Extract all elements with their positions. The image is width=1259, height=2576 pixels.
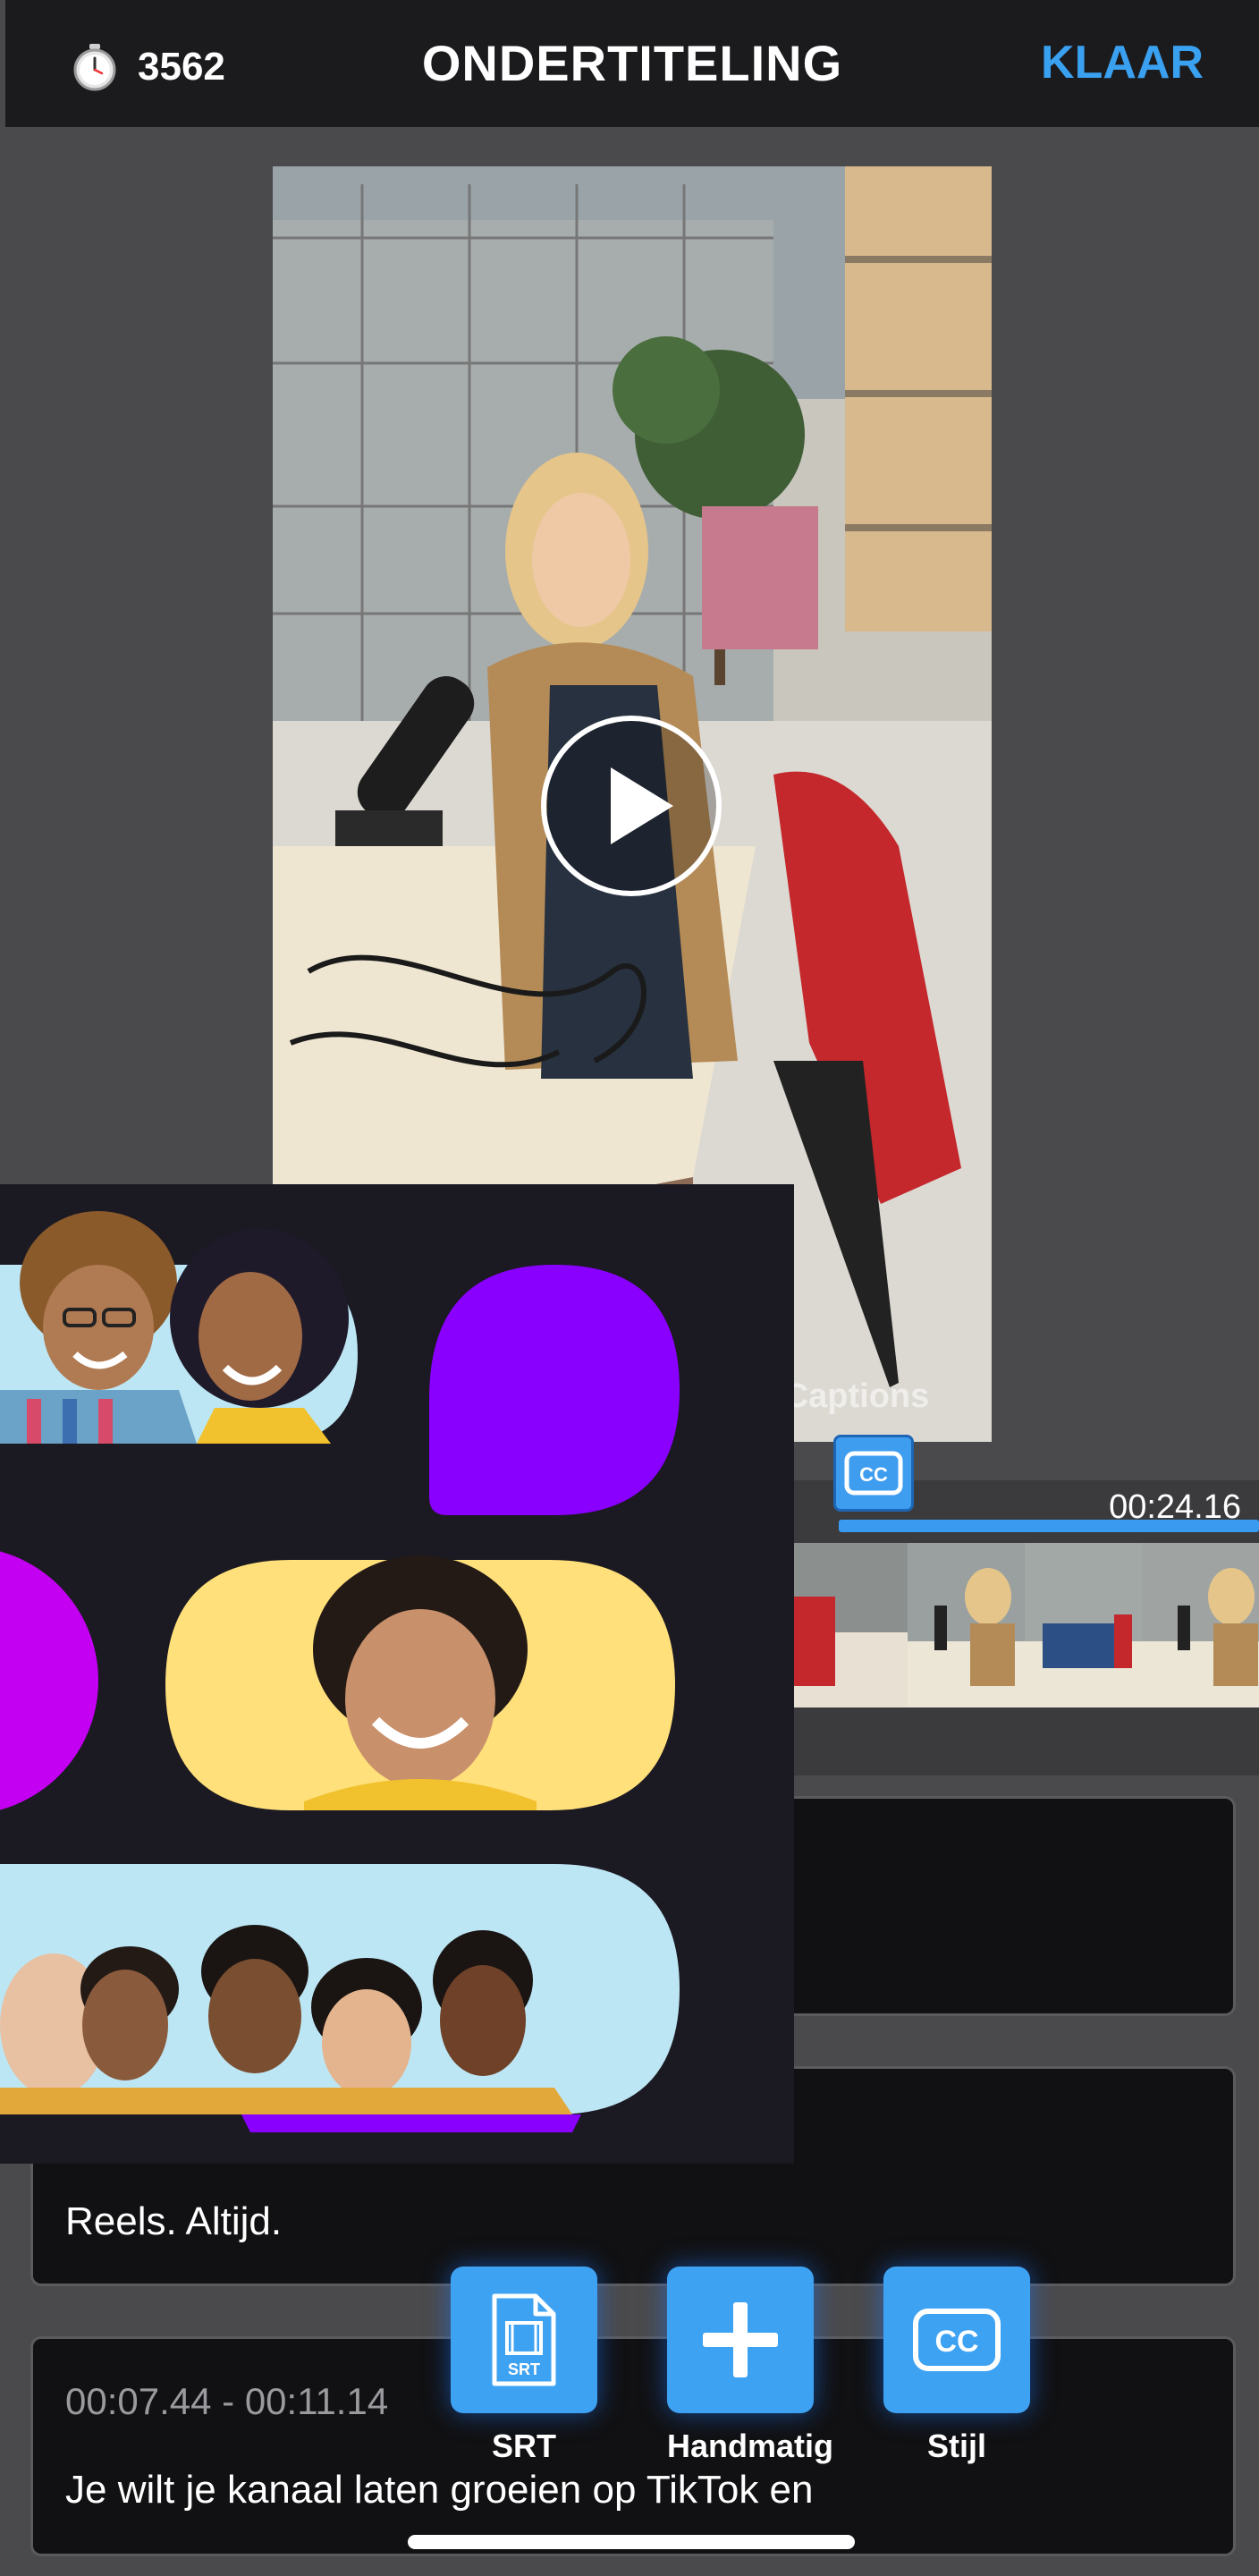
caption-marker[interactable]: CC xyxy=(833,1435,914,1512)
current-time: 00:24.16 xyxy=(1109,1488,1241,1526)
srt-button-box: SRT xyxy=(451,2267,597,2413)
srt-label: SRT xyxy=(492,2428,556,2464)
top-bar: 3562 ONDERTITELING KLAAR xyxy=(5,0,1259,127)
promo-image xyxy=(0,1211,794,2164)
plus-icon xyxy=(703,2302,778,2377)
thumbnail xyxy=(1025,1543,1142,1707)
promo-overlay[interactable] xyxy=(0,1184,794,2164)
manual-add-button[interactable]: Handmatig xyxy=(667,2267,834,2465)
style-button-box: CC xyxy=(883,2267,1030,2413)
style-label: Stijl xyxy=(926,2428,986,2464)
svg-text:CC: CC xyxy=(934,2325,978,2359)
srt-file-icon: SRT xyxy=(492,2293,556,2386)
srt-button[interactable]: SRT SRT xyxy=(451,2267,597,2465)
cc-icon: CC xyxy=(913,2309,1001,2371)
done-button[interactable]: KLAAR xyxy=(1041,36,1204,89)
caption-item[interactable]: 00:07.44 - 00:11.14 Je wilt je kanaal la… xyxy=(30,2336,1236,2556)
caption-time: 00:07.44 - 00:11.14 xyxy=(65,2380,389,2422)
subtitle-editor-screen: 3562 ONDERTITELING KLAAR ixCaptions 00:2… xyxy=(0,0,1259,2576)
caption-text: Reels. Altijd. xyxy=(65,2199,283,2243)
manual-add-label: Handmatig xyxy=(667,2428,834,2464)
play-button[interactable] xyxy=(541,716,722,896)
play-icon xyxy=(611,767,673,844)
caption-text: Je wilt je kanaal laten groeien op TikTo… xyxy=(65,2468,814,2512)
thumbnail xyxy=(908,1543,1025,1707)
cc-icon: CC xyxy=(844,1451,903,1496)
thumbnail xyxy=(790,1543,908,1707)
style-button[interactable]: CC Stijl xyxy=(883,2267,1030,2465)
home-indicator[interactable] xyxy=(408,2535,855,2549)
manual-add-button-box xyxy=(667,2267,814,2413)
svg-text:SRT: SRT xyxy=(508,2360,540,2378)
svg-text:CC: CC xyxy=(859,1463,888,1486)
thumbnail xyxy=(1142,1543,1259,1707)
timeline-thumbnails[interactable] xyxy=(790,1543,1259,1707)
